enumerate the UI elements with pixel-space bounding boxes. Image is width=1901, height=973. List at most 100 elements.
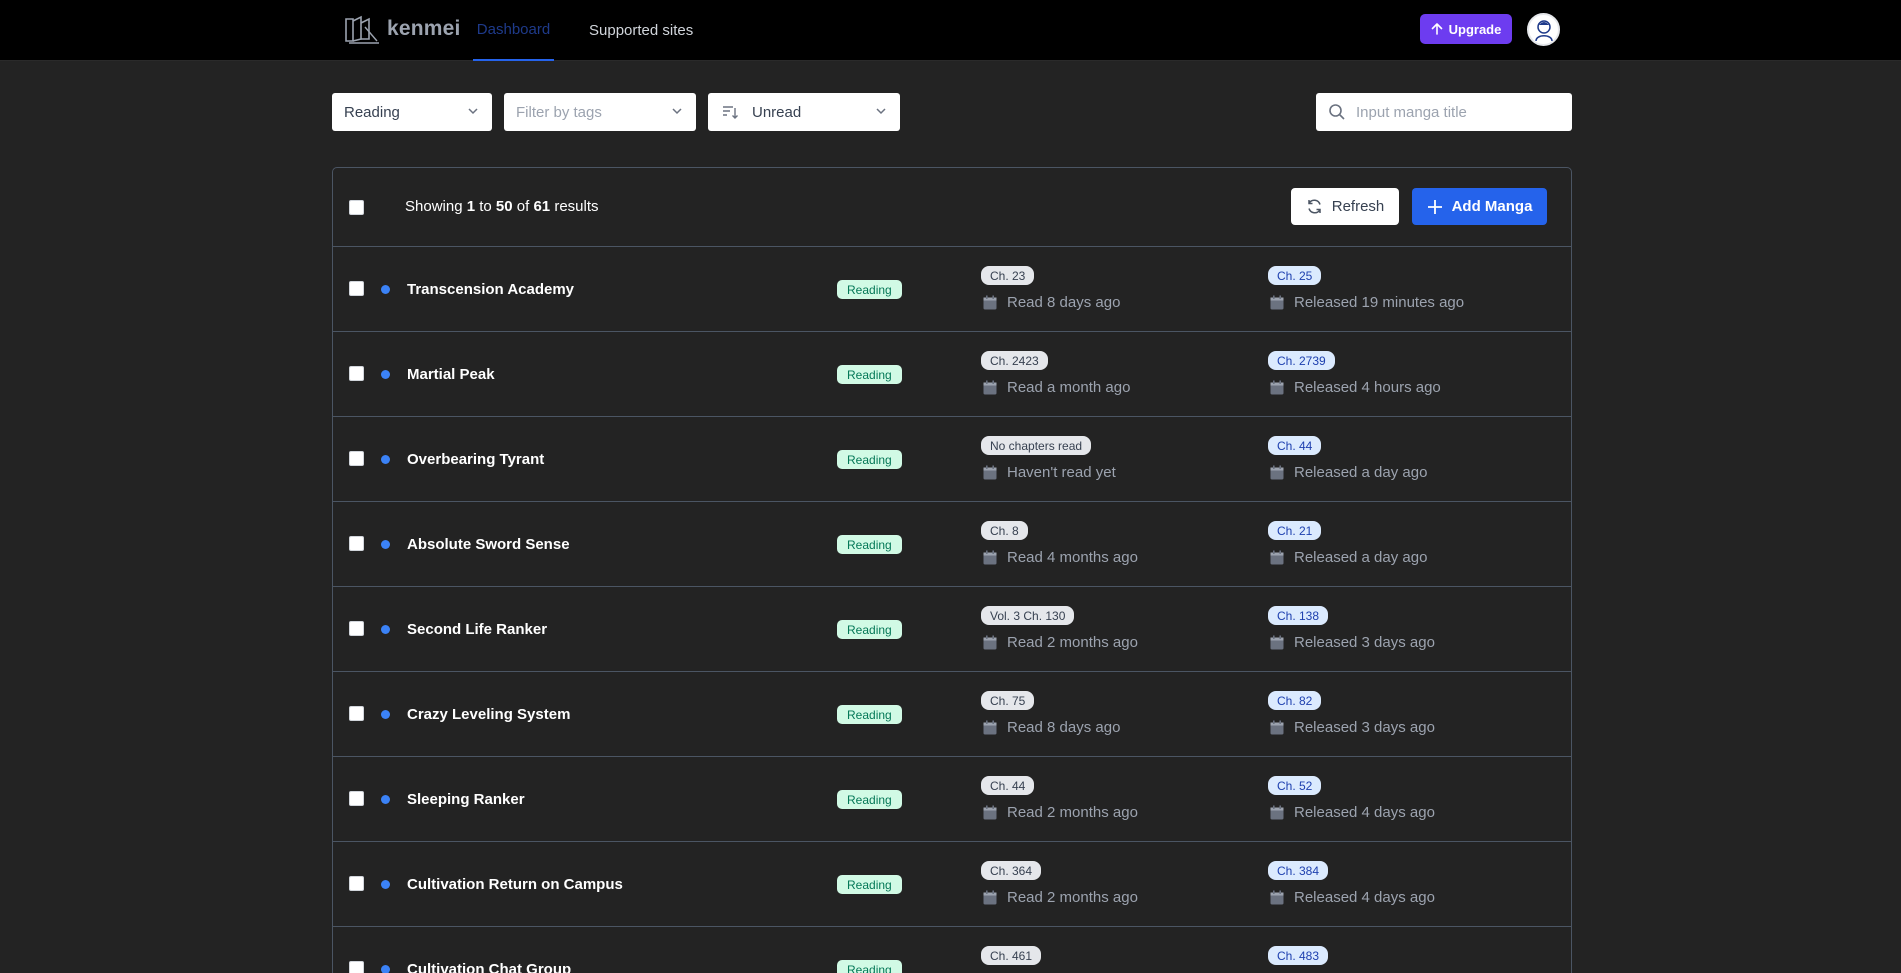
unread-indicator bbox=[381, 795, 390, 804]
calendar-icon bbox=[1270, 465, 1284, 479]
chevron-down-icon bbox=[672, 108, 682, 115]
table-row[interactable]: Crazy Leveling System Reading Ch. 75 Rea… bbox=[333, 672, 1571, 757]
manga-title[interactable]: Sleeping Ranker bbox=[407, 791, 525, 808]
results-of-word: of bbox=[516, 198, 530, 215]
last-read-chapter-badge[interactable]: Ch. 23 bbox=[981, 266, 1035, 285]
manga-title[interactable]: Overbearing Tyrant bbox=[407, 451, 544, 468]
row-checkbox[interactable] bbox=[349, 621, 364, 636]
row-checkbox[interactable] bbox=[349, 366, 364, 381]
unread-indicator bbox=[381, 880, 390, 889]
select-all-checkbox[interactable] bbox=[349, 200, 364, 215]
release-info: Released a day ago bbox=[1269, 549, 1427, 566]
row-checkbox[interactable] bbox=[349, 876, 364, 891]
manga-title[interactable]: Absolute Sword Sense bbox=[407, 536, 570, 553]
last-read-chapter-badge[interactable]: Ch. 75 bbox=[981, 691, 1035, 710]
tab-dashboard[interactable]: Dashboard bbox=[473, 0, 554, 61]
calendar-icon bbox=[983, 465, 997, 479]
last-read-chapter-badge[interactable]: No chapters read bbox=[981, 436, 1092, 455]
results-to: 50 bbox=[495, 198, 513, 215]
latest-chapter-badge[interactable]: Ch. 21 bbox=[1268, 521, 1322, 540]
sort-select[interactable]: Unread bbox=[708, 93, 900, 131]
manga-title[interactable]: Crazy Leveling System bbox=[407, 706, 570, 723]
avatar[interactable] bbox=[1527, 13, 1560, 46]
user-avatar-icon bbox=[1534, 19, 1553, 41]
last-read-chapter-badge[interactable]: Vol. 3 Ch. 130 bbox=[981, 606, 1075, 625]
calendar-icon bbox=[1270, 635, 1284, 649]
manga-title[interactable]: Second Life Ranker bbox=[407, 621, 547, 638]
brand-logo[interactable]: kenmei bbox=[343, 12, 461, 46]
refresh-button[interactable]: Refresh bbox=[1291, 188, 1399, 225]
last-read-time: Read 8 days ago bbox=[1007, 719, 1121, 736]
search-input[interactable] bbox=[1356, 103, 1556, 121]
latest-chapter-badge[interactable]: Ch. 138 bbox=[1268, 606, 1329, 625]
manga-table: Showing 1 to 50 of 61 results Refresh Ad… bbox=[332, 167, 1572, 973]
last-read-time: Read 2 months ago bbox=[1007, 889, 1138, 906]
last-read-info: Read a month ago bbox=[982, 379, 1130, 396]
latest-chapter-badge[interactable]: Ch. 25 bbox=[1268, 266, 1322, 285]
last-read-chapter-badge[interactable]: Ch. 8 bbox=[981, 521, 1028, 540]
release-time: Released a day ago bbox=[1294, 464, 1428, 481]
calendar-icon bbox=[983, 550, 997, 564]
last-read-info: Read 4 months ago bbox=[982, 549, 1138, 566]
last-read-info: Read 8 days ago bbox=[982, 719, 1120, 736]
unread-indicator bbox=[381, 455, 390, 464]
tags-filter-placeholder: Filter by tags bbox=[516, 103, 602, 121]
add-manga-button[interactable]: Add Manga bbox=[1412, 188, 1547, 225]
calendar-icon bbox=[983, 635, 997, 649]
status-badge: Reading bbox=[837, 450, 902, 469]
last-read-chapter-badge[interactable]: Ch. 44 bbox=[981, 776, 1035, 795]
table-row[interactable]: Cultivation Chat Group Reading Ch. 461 C… bbox=[333, 927, 1571, 973]
latest-chapter-badge[interactable]: Ch. 384 bbox=[1268, 861, 1329, 880]
results-summary: Showing 1 to 50 of 61 results bbox=[405, 198, 599, 215]
release-time: Released 19 minutes ago bbox=[1294, 294, 1465, 311]
release-time: Released 4 days ago bbox=[1294, 889, 1435, 906]
latest-chapter-badge[interactable]: Ch. 2739 bbox=[1268, 351, 1335, 370]
status-badge: Reading bbox=[837, 960, 902, 973]
row-checkbox[interactable] bbox=[349, 536, 364, 551]
row-checkbox[interactable] bbox=[349, 791, 364, 806]
last-read-info: Read 2 months ago bbox=[982, 804, 1138, 821]
release-info: Released 4 hours ago bbox=[1269, 379, 1441, 396]
tags-filter-select[interactable]: Filter by tags bbox=[504, 93, 696, 131]
calendar-icon bbox=[983, 720, 997, 734]
last-read-info: Read 2 months ago bbox=[982, 889, 1138, 906]
last-read-chapter-badge[interactable]: Ch. 461 bbox=[981, 946, 1042, 965]
results-from: 1 bbox=[466, 198, 476, 215]
refresh-label: Refresh bbox=[1331, 198, 1385, 215]
manga-title[interactable]: Transcension Academy bbox=[407, 281, 574, 298]
table-row[interactable]: Second Life Ranker Reading Vol. 3 Ch. 13… bbox=[333, 587, 1571, 672]
search-box[interactable] bbox=[1316, 93, 1572, 131]
upgrade-label: Upgrade bbox=[1448, 21, 1502, 37]
row-checkbox[interactable] bbox=[349, 281, 364, 296]
status-badge: Reading bbox=[837, 875, 902, 894]
tab-supported-sites[interactable]: Supported sites bbox=[589, 0, 693, 61]
release-info: Released a day ago bbox=[1269, 464, 1427, 481]
latest-chapter-badge[interactable]: Ch. 82 bbox=[1268, 691, 1322, 710]
latest-chapter-badge[interactable]: Ch. 483 bbox=[1268, 946, 1329, 965]
unread-indicator bbox=[381, 710, 390, 719]
manga-title[interactable]: Martial Peak bbox=[407, 366, 495, 383]
last-read-info: Read 2 months ago bbox=[982, 634, 1138, 651]
latest-chapter-badge[interactable]: Ch. 44 bbox=[1268, 436, 1322, 455]
calendar-icon bbox=[1270, 550, 1284, 564]
calendar-icon bbox=[983, 805, 997, 819]
manga-title[interactable]: Cultivation Return on Campus bbox=[407, 876, 623, 893]
latest-chapter-badge[interactable]: Ch. 52 bbox=[1268, 776, 1322, 795]
calendar-icon bbox=[1270, 295, 1284, 309]
row-checkbox[interactable] bbox=[349, 451, 364, 466]
last-read-chapter-badge[interactable]: Ch. 364 bbox=[981, 861, 1042, 880]
table-row[interactable]: Transcension Academy Reading Ch. 23 Read… bbox=[333, 247, 1571, 332]
upgrade-button[interactable]: Upgrade bbox=[1420, 14, 1512, 44]
manga-title[interactable]: Cultivation Chat Group bbox=[407, 961, 571, 973]
status-filter-value: Reading bbox=[344, 103, 400, 121]
status-filter-select[interactable]: Reading bbox=[332, 93, 492, 131]
row-checkbox[interactable] bbox=[349, 706, 364, 721]
row-checkbox[interactable] bbox=[349, 961, 364, 973]
last-read-chapter-badge[interactable]: Ch. 2423 bbox=[981, 351, 1048, 370]
table-row[interactable]: Overbearing Tyrant Reading No chapters r… bbox=[333, 417, 1571, 502]
table-row[interactable]: Martial Peak Reading Ch. 2423 Read a mon… bbox=[333, 332, 1571, 417]
table-row[interactable]: Sleeping Ranker Reading Ch. 44 Read 2 mo… bbox=[333, 757, 1571, 842]
table-row[interactable]: Cultivation Return on Campus Reading Ch.… bbox=[333, 842, 1571, 927]
table-row[interactable]: Absolute Sword Sense Reading Ch. 8 Read … bbox=[333, 502, 1571, 587]
arrow-up-icon bbox=[1431, 23, 1442, 35]
